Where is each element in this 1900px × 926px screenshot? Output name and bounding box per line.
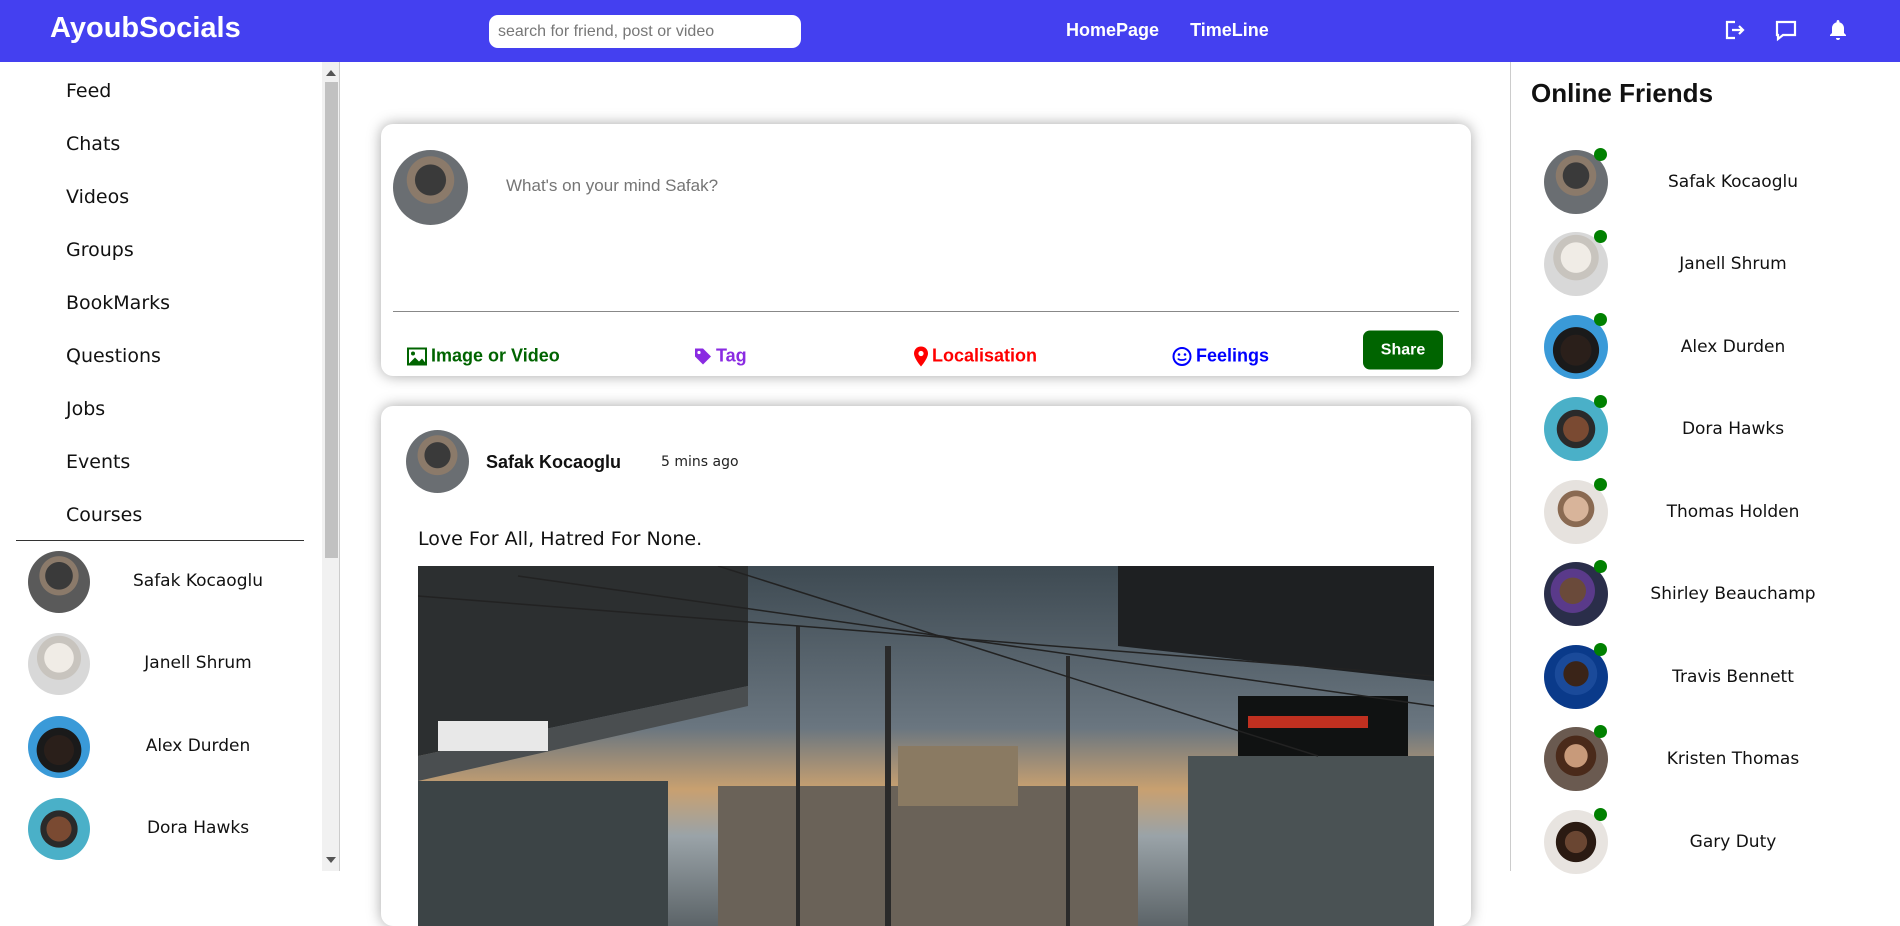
online-status-dot <box>1594 643 1607 656</box>
share-input[interactable] <box>506 176 1206 196</box>
share-option-tag[interactable]: Tag <box>694 346 747 367</box>
avatar <box>393 150 468 225</box>
share-card: Image or Video Tag Localisation Feelings… <box>381 124 1471 376</box>
friend-name: Janell Shrum <box>1679 254 1787 274</box>
sidebar-divider <box>16 540 304 541</box>
left-sidebar: Feed Chats Videos Groups BookMarks Quest… <box>0 62 322 871</box>
sidebar-item-chats[interactable]: Chats <box>66 133 120 173</box>
avatar <box>28 633 90 695</box>
smiley-icon <box>1172 346 1192 366</box>
post-timestamp: 5 mins ago <box>661 454 739 470</box>
sidebar-item-bookmarks[interactable]: BookMarks <box>66 292 170 332</box>
friend-name: Alex Durden <box>1680 337 1786 357</box>
friend-name: Dora Hawks <box>146 818 250 838</box>
online-status-dot <box>1594 560 1607 573</box>
share-divider <box>393 311 1459 312</box>
online-status-dot <box>1594 725 1607 738</box>
online-status-dot <box>1594 395 1607 408</box>
sidebar-item-jobs[interactable]: Jobs <box>66 398 105 438</box>
post-text: Love For All, Hatred For None. <box>418 528 703 550</box>
tag-icon <box>695 348 711 364</box>
share-option-media[interactable]: Image or Video <box>407 346 560 367</box>
friend-name: Thomas Holden <box>1666 502 1800 522</box>
online-friend-item[interactable]: Gary Duty <box>1544 808 1884 876</box>
avatar[interactable] <box>406 430 469 493</box>
sidebar-item-courses[interactable]: Courses <box>66 504 142 544</box>
online-friend-item[interactable]: Travis Bennett <box>1544 643 1884 711</box>
sidebar-item-events[interactable]: Events <box>66 451 130 491</box>
online-status-dot <box>1594 313 1607 326</box>
top-icons <box>1722 18 1850 42</box>
sidebar-item-groups[interactable]: Groups <box>66 239 134 279</box>
friend-name: Travis Bennett <box>1672 667 1794 687</box>
online-friend-item[interactable]: Safak Kocaoglu <box>1544 148 1884 216</box>
friend-name: Shirley Beauchamp <box>1650 584 1816 604</box>
friend-list-item[interactable]: Dora Hawks <box>28 798 308 862</box>
sidebar-scrollbar[interactable] <box>322 62 340 871</box>
avatar <box>28 551 90 613</box>
share-option-label: Feelings <box>1196 345 1270 366</box>
friend-list-item[interactable]: Alex Durden <box>28 716 308 780</box>
online-status-dot <box>1594 808 1607 821</box>
share-option-location[interactable]: Localisation <box>914 346 1037 367</box>
share-option-label: Localisation <box>932 345 1038 366</box>
online-friends-title: Online Friends <box>1531 78 1714 108</box>
scroll-up-arrow-icon[interactable] <box>326 70 336 76</box>
friend-name: Dora Hawks <box>1681 419 1785 439</box>
online-status-dot <box>1594 148 1607 161</box>
post-card: Safak Kocaoglu 5 mins ago Love For All, … <box>381 406 1471 926</box>
top-nav: HomePage TimeLine <box>1066 20 1295 41</box>
friend-list-item[interactable]: Janell Shrum <box>28 633 308 697</box>
app-logo[interactable]: AyoubSocials <box>50 12 241 45</box>
friend-name: Kristen Thomas <box>1666 749 1800 769</box>
online-friends-panel: Online Friends Safak Kocaoglu Janell Shr… <box>1510 62 1900 874</box>
online-friend-item[interactable]: Dora Hawks <box>1544 395 1884 463</box>
train-station-photo <box>418 566 1434 926</box>
online-status-dot <box>1594 478 1607 491</box>
search-input[interactable] <box>489 15 801 48</box>
friend-name: Janell Shrum <box>144 653 252 673</box>
online-friend-item[interactable]: Janell Shrum <box>1544 230 1884 298</box>
nav-homepage-link[interactable]: HomePage <box>1066 20 1159 40</box>
location-pin-icon <box>914 346 928 366</box>
scroll-down-arrow-icon[interactable] <box>326 857 336 863</box>
online-status-dot <box>1594 230 1607 243</box>
friend-name: Safak Kocaoglu <box>132 571 263 591</box>
top-bar: AyoubSocials HomePage TimeLine <box>0 0 1900 62</box>
share-option-feelings[interactable]: Feelings <box>1172 346 1269 367</box>
sidebar-item-questions[interactable]: Questions <box>66 345 161 385</box>
sidebar-item-videos[interactable]: Videos <box>66 186 129 226</box>
share-option-label: Image or Video <box>431 345 560 366</box>
avatar <box>28 798 90 860</box>
scroll-thumb[interactable] <box>325 82 338 558</box>
share-option-label: Tag <box>716 345 747 366</box>
nav-timeline-link[interactable]: TimeLine <box>1190 20 1269 40</box>
online-friend-item[interactable]: Thomas Holden <box>1544 478 1884 546</box>
image-icon <box>407 347 427 365</box>
logout-icon[interactable] <box>1722 18 1746 42</box>
friend-name: Safak Kocaoglu <box>1667 172 1798 192</box>
share-button[interactable]: Share <box>1363 330 1443 370</box>
bell-icon[interactable] <box>1826 18 1850 42</box>
sidebar-item-feed[interactable]: Feed <box>66 80 111 120</box>
feed: Image or Video Tag Localisation Feelings… <box>341 62 1510 926</box>
post-username[interactable]: Safak Kocaoglu <box>486 452 621 473</box>
post-image[interactable] <box>418 566 1434 926</box>
online-friend-item[interactable]: Alex Durden <box>1544 313 1884 381</box>
avatar <box>28 716 90 778</box>
chat-icon[interactable] <box>1774 18 1798 42</box>
online-friend-item[interactable]: Kristen Thomas <box>1544 725 1884 793</box>
online-friend-item[interactable]: Shirley Beauchamp <box>1544 560 1884 628</box>
friend-list-item[interactable]: Safak Kocaoglu <box>28 551 308 615</box>
friend-name: Gary Duty <box>1689 832 1777 852</box>
friend-name: Alex Durden <box>145 736 251 756</box>
